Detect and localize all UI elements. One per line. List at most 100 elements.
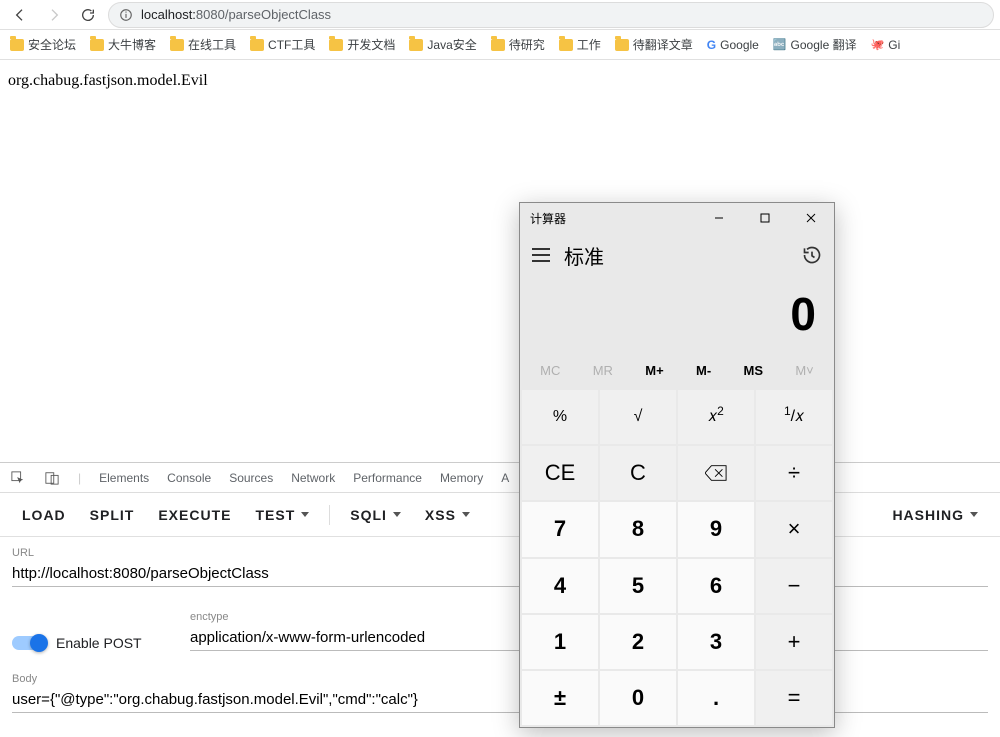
key-⌫[interactable] <box>678 446 754 500</box>
bookmarks-bar: 安全论坛大牛博客 在线工具 CTF工具 开发文档 Java安全待研究 工作待翻译文章 GGo… <box>0 30 1000 60</box>
device-toolbar-icon[interactable] <box>44 470 60 486</box>
bookmark-label: 开发文档 <box>347 36 395 53</box>
body-input[interactable] <box>12 687 988 713</box>
key-¹/x[interactable]: 1/𝑥 <box>756 390 832 444</box>
bookmark-item[interactable]: GGoogle <box>707 38 759 52</box>
folder-icon <box>329 39 343 51</box>
chevron-down-icon <box>970 512 978 517</box>
url-input[interactable] <box>12 561 988 587</box>
bookmark-item[interactable]: 🐙Gi <box>871 38 901 52</box>
key-7[interactable]: 7 <box>522 502 598 556</box>
key-5[interactable]: 5 <box>600 559 676 613</box>
bookmark-item[interactable]: Java安全 <box>409 36 476 53</box>
key-6[interactable]: 6 <box>678 559 754 613</box>
key-C[interactable]: C <box>600 446 676 500</box>
forward-button[interactable] <box>40 1 68 29</box>
bookmark-item[interactable]: 工作 <box>559 36 601 53</box>
bookmark-item[interactable]: 待翻译文章 <box>615 36 693 53</box>
enable-post-label: Enable POST <box>56 635 142 651</box>
devtools-tab-performance[interactable]: Performance <box>353 471 422 485</box>
calculator-title: 计算器 <box>530 210 566 227</box>
page-body-text: org.chabug.fastjson.model.Evil <box>0 60 1000 102</box>
chevron-down-icon <box>462 512 470 517</box>
devtools-tab-more[interactable]: A <box>501 471 509 485</box>
hackbar-execute[interactable]: EXECUTE <box>158 507 231 523</box>
browser-nav-bar: localhost:8080/parseObjectClass <box>0 0 1000 30</box>
site-info-icon[interactable] <box>119 8 133 22</box>
reload-button[interactable] <box>74 1 102 29</box>
key-9[interactable]: 9 <box>678 502 754 556</box>
key-3[interactable]: 3 <box>678 615 754 669</box>
bookmark-item[interactable]: CTF工具 <box>250 36 315 53</box>
close-button[interactable] <box>788 203 834 233</box>
memory-mc: MC <box>540 363 560 378</box>
hackbar-test[interactable]: TEST <box>255 507 309 523</box>
chevron-down-icon <box>393 512 401 517</box>
bookmark-label: 在线工具 <box>188 36 236 53</box>
devtools-tab-console[interactable]: Console <box>167 471 211 485</box>
minimize-button[interactable] <box>696 203 742 233</box>
key-=[interactable]: = <box>756 671 832 725</box>
hackbar-load[interactable]: LOAD <box>22 507 66 523</box>
hackbar-split[interactable]: SPLIT <box>90 507 135 523</box>
bookmark-label: 工作 <box>577 36 601 53</box>
memory-m-[interactable]: M- <box>696 363 711 378</box>
bookmark-item[interactable]: 🔤 Google 翻译 <box>773 36 857 53</box>
bookmark-label: 安全论坛 <box>28 36 76 53</box>
key-√[interactable]: √ <box>600 390 676 444</box>
key-×[interactable]: × <box>756 502 832 556</box>
devtools-tab-row: | Elements Console Sources Network Perfo… <box>0 463 1000 493</box>
url-text: localhost:8080/parseObjectClass <box>141 7 331 22</box>
hackbar-hashing[interactable]: HASHING <box>892 507 978 523</box>
devtools-tab-elements[interactable]: Elements <box>99 471 149 485</box>
bookmark-item[interactable]: 待研究 <box>491 36 545 53</box>
body-label: Body <box>12 673 988 685</box>
bookmark-item[interactable]: 大牛博客 <box>90 36 156 53</box>
key-1[interactable]: 1 <box>522 615 598 669</box>
bookmark-item[interactable]: 安全论坛 <box>10 36 76 53</box>
bookmark-label: Java安全 <box>427 36 476 53</box>
folder-icon <box>250 39 264 51</box>
key-4[interactable]: 4 <box>522 559 598 613</box>
maximize-button[interactable] <box>742 203 788 233</box>
folder-icon <box>409 39 423 51</box>
key-CE[interactable]: CE <box>522 446 598 500</box>
history-icon[interactable] <box>802 245 822 265</box>
memory-m+[interactable]: M+ <box>645 363 663 378</box>
key-0[interactable]: 0 <box>600 671 676 725</box>
translate-icon: 🔤 <box>773 38 787 51</box>
memory-ms[interactable]: MS <box>744 363 764 378</box>
devtools-tab-network[interactable]: Network <box>291 471 335 485</box>
hackbar-xss[interactable]: XSS <box>425 507 470 523</box>
folder-icon <box>10 39 24 51</box>
memory-m˅: M˅ <box>795 363 813 378</box>
key-%[interactable]: % <box>522 390 598 444</box>
hamburger-icon[interactable] <box>532 248 550 262</box>
key-±[interactable]: ± <box>522 671 598 725</box>
key-+[interactable]: + <box>756 615 832 669</box>
memory-row: MCMRM+M-MSM˅ <box>520 357 834 388</box>
inspect-element-icon[interactable] <box>10 470 26 486</box>
enable-post-toggle[interactable] <box>12 636 46 650</box>
calculator-window: 计算器 标准 0 MCMRM+M-MSM˅ %√𝑥21/𝑥CEC÷789×456… <box>519 202 835 728</box>
bookmark-label: Google 翻译 <box>791 36 857 53</box>
hackbar-toolbar: LOAD SPLIT EXECUTE TEST SQLI XSS HASHING <box>0 493 1000 537</box>
hackbar-sqli[interactable]: SQLI <box>350 507 401 523</box>
bookmark-item[interactable]: 在线工具 <box>170 36 236 53</box>
folder-icon <box>90 39 104 51</box>
calculator-display: 0 <box>520 277 834 357</box>
back-button[interactable] <box>6 1 34 29</box>
calculator-titlebar[interactable]: 计算器 <box>520 203 834 233</box>
key-−[interactable]: − <box>756 559 832 613</box>
chevron-down-icon <box>301 512 309 517</box>
address-bar[interactable]: localhost:8080/parseObjectClass <box>108 2 994 28</box>
devtools-tab-memory[interactable]: Memory <box>440 471 483 485</box>
calculator-keypad: %√𝑥21/𝑥 CEC ÷ 789× 456− 123+ ±0.= <box>520 388 834 727</box>
key-.[interactable]: . <box>678 671 754 725</box>
bookmark-item[interactable]: 开发文档 <box>329 36 395 53</box>
key-2[interactable]: 2 <box>600 615 676 669</box>
key-÷[interactable]: ÷ <box>756 446 832 500</box>
key-x²[interactable]: 𝑥2 <box>678 390 754 444</box>
devtools-tab-sources[interactable]: Sources <box>229 471 273 485</box>
key-8[interactable]: 8 <box>600 502 676 556</box>
